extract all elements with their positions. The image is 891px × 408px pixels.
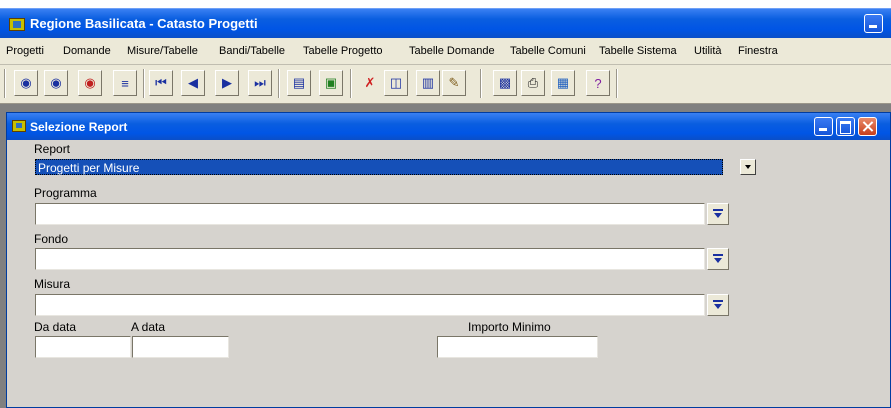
importo-minimo-field[interactable] xyxy=(437,336,598,358)
binoculars-red-icon[interactable]: ◉ xyxy=(78,70,102,96)
importo-minimo-label: Importo Minimo xyxy=(468,320,551,334)
list-of-values-icon[interactable]: ≡ xyxy=(113,70,137,96)
toolbar-separator xyxy=(616,69,618,98)
window-maximize-button[interactable] xyxy=(836,117,855,136)
next-record-icon[interactable]: ▶ xyxy=(215,70,239,96)
app-title: Regione Basilicata - Catasto Progetti xyxy=(30,16,258,31)
a-data-label: A data xyxy=(131,320,166,334)
window-title: Selezione Report xyxy=(30,120,128,134)
copy-icon[interactable]: ◫ xyxy=(384,70,408,96)
toolbar-separator xyxy=(480,69,482,98)
print-icon[interactable]: ⎙ xyxy=(521,70,545,96)
programma-label: Programma xyxy=(34,186,97,200)
window-minimize-button[interactable] xyxy=(814,117,833,136)
window-titlebar[interactable]: Selezione Report xyxy=(7,113,890,140)
menu-finestra[interactable]: Finestra xyxy=(738,45,778,57)
menu-tabelle-domande[interactable]: Tabelle Domande xyxy=(409,45,495,57)
misura-label: Misura xyxy=(34,277,71,291)
toolbar-separator xyxy=(143,69,145,98)
menu-bar: Progetti Domande Misure/Tabelle Bandi/Ta… xyxy=(0,38,891,65)
window-close-button[interactable] xyxy=(858,117,877,136)
toolbar-separator xyxy=(350,69,352,98)
report-label: Report xyxy=(34,142,71,156)
toolbar: ◉ ◉ ◉ ≡ ⏮ ◀ ▶ ⏭ ▤ ▣ ✗ ◫ ▥ ✎ ▩ ⎙ ▦ ? xyxy=(0,65,891,104)
menu-utilita[interactable]: Utilità xyxy=(694,45,722,57)
fondo-lov-button[interactable] xyxy=(707,248,729,270)
window-icon xyxy=(12,120,26,132)
selezione-report-window: Selezione Report Report Progetti per Mis… xyxy=(6,112,891,408)
da-data-label: Da data xyxy=(34,320,77,334)
menu-tabelle-comuni[interactable]: Tabelle Comuni xyxy=(510,45,586,57)
last-record-icon[interactable]: ⏭ xyxy=(248,70,272,96)
new-record-icon[interactable]: ▤ xyxy=(287,70,311,96)
app-minimize-button[interactable] xyxy=(864,14,883,33)
programma-field[interactable] xyxy=(35,203,705,225)
previous-record-icon[interactable]: ◀ xyxy=(181,70,205,96)
fondo-field[interactable] xyxy=(35,248,705,270)
binoculars-query-icon[interactable]: ◉ xyxy=(14,70,38,96)
menu-bandi-tabelle[interactable]: Bandi/Tabelle xyxy=(219,45,285,57)
misura-field[interactable] xyxy=(35,294,705,316)
menu-tabelle-sistema[interactable]: Tabelle Sistema xyxy=(599,45,677,57)
delete-icon[interactable]: ✗ xyxy=(358,70,382,96)
da-data-field[interactable] xyxy=(35,336,131,358)
application: Regione Basilicata - Catasto Progetti Pr… xyxy=(0,0,891,408)
programma-lov-button[interactable] xyxy=(707,203,729,225)
toolbar-separator xyxy=(278,69,280,98)
form-icon[interactable]: ▣ xyxy=(319,70,343,96)
top-strip xyxy=(0,0,891,8)
paste-icon[interactable]: ▥ xyxy=(416,70,440,96)
menu-tabelle-progetto[interactable]: Tabelle Progetto xyxy=(303,45,383,57)
edit-icon[interactable]: ✎ xyxy=(442,70,466,96)
save-icon[interactable]: ▩ xyxy=(493,70,517,96)
exit-icon[interactable]: ▦ xyxy=(551,70,575,96)
menu-misure-tabelle[interactable]: Misure/Tabelle xyxy=(127,45,198,57)
report-select[interactable]: Progetti per Misure xyxy=(35,159,723,175)
binoculars-icon[interactable]: ◉ xyxy=(44,70,68,96)
report-dropdown-button[interactable] xyxy=(740,159,756,175)
first-record-icon[interactable]: ⏮ xyxy=(149,70,173,96)
fondo-label: Fondo xyxy=(34,232,69,246)
app-titlebar[interactable]: Regione Basilicata - Catasto Progetti xyxy=(0,8,891,38)
help-icon[interactable]: ? xyxy=(586,70,610,96)
menu-progetti[interactable]: Progetti xyxy=(6,45,44,57)
app-icon xyxy=(9,18,25,31)
a-data-field[interactable] xyxy=(132,336,229,358)
toolbar-separator xyxy=(4,69,6,98)
menu-domande[interactable]: Domande xyxy=(63,45,111,57)
misura-lov-button[interactable] xyxy=(707,294,729,316)
